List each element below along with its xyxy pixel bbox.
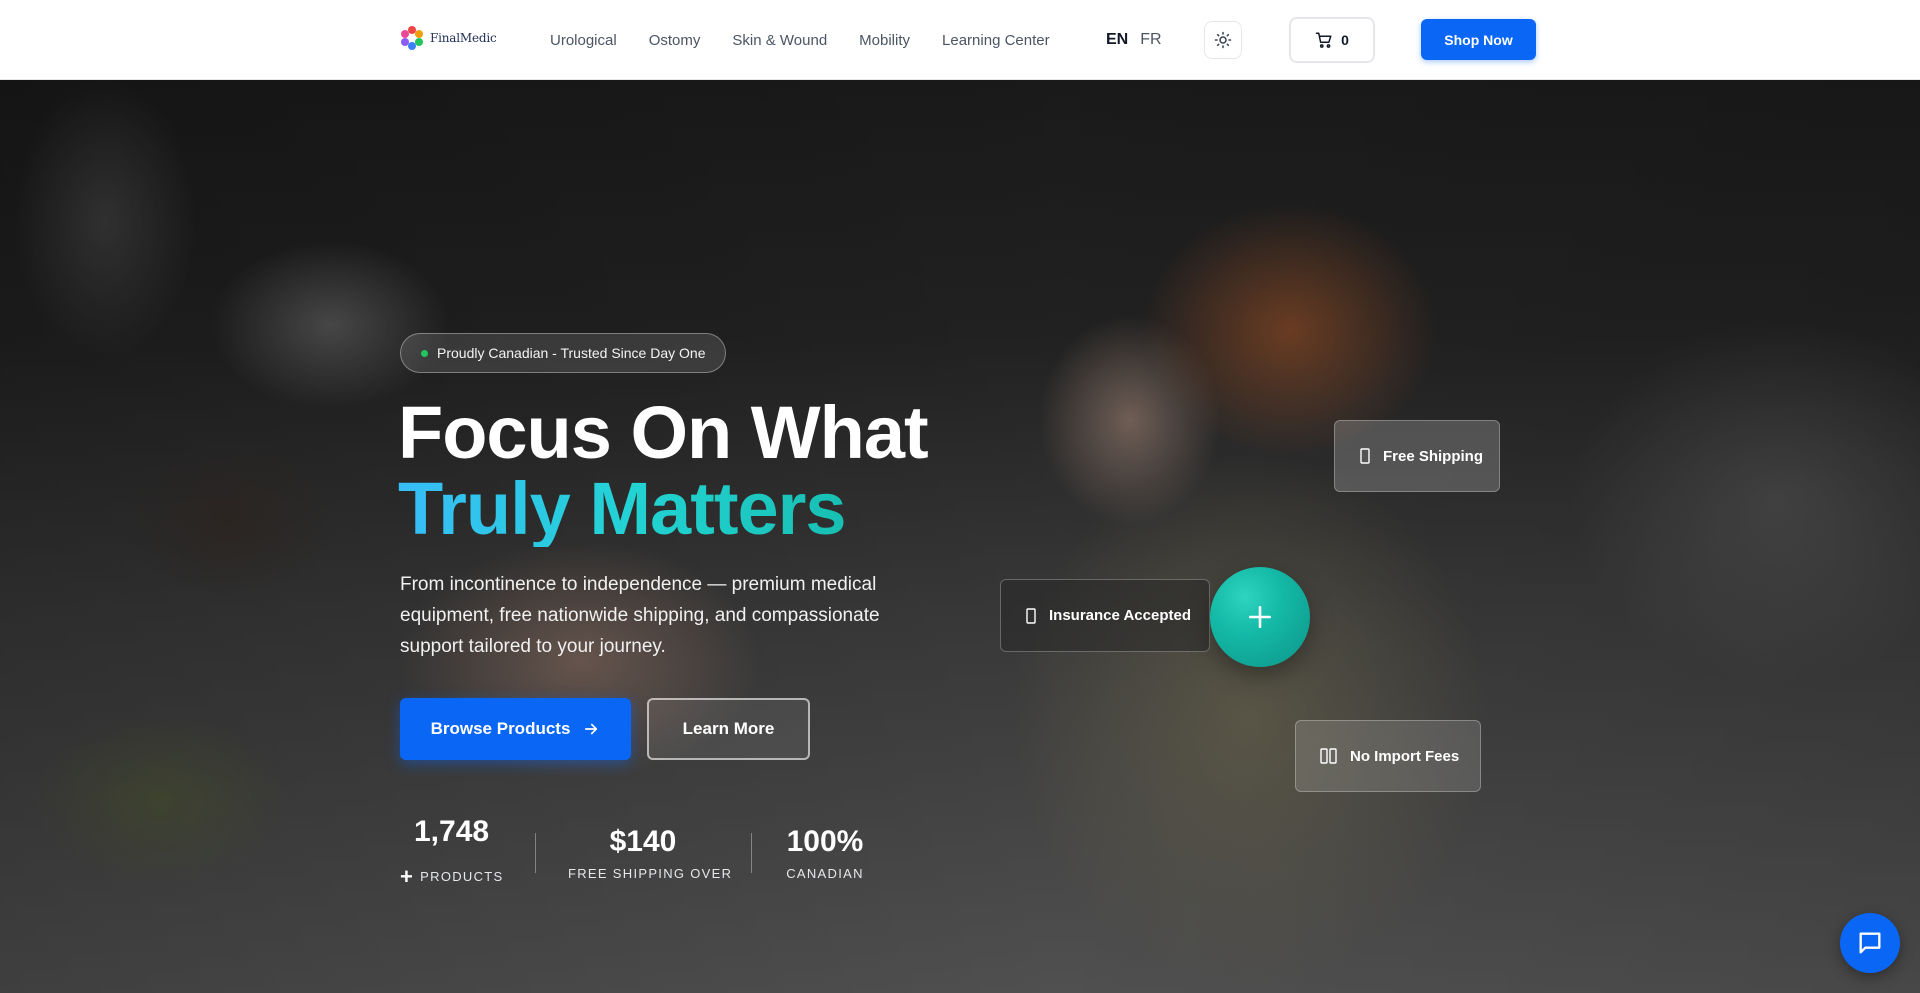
cart-button[interactable]: 0 xyxy=(1289,17,1375,63)
stat-products-label: PRODUCTS xyxy=(420,869,504,884)
free-shipping-text: Free Shipping xyxy=(1383,447,1484,465)
status-dot-icon xyxy=(421,349,428,357)
logo[interactable]: FinalMedic xyxy=(398,24,497,52)
site-header: FinalMedic Urological Ostomy Skin & Woun… xyxy=(0,0,1920,80)
cart-count: 0 xyxy=(1341,32,1349,48)
browse-products-label: Browse Products xyxy=(430,719,571,738)
sun-icon xyxy=(1214,31,1232,49)
stat-products-value: 1,748 xyxy=(414,815,490,848)
cart-icon xyxy=(1315,32,1332,48)
shield-icon xyxy=(1026,607,1036,624)
stat-shipping-value: $140 xyxy=(609,825,677,858)
no-import-fees-text: No Import Fees xyxy=(1350,747,1460,765)
nav-link-mobility[interactable]: Mobility xyxy=(859,32,910,49)
stat-divider xyxy=(535,833,536,873)
stat-products-label-row: + PRODUCTS xyxy=(400,863,510,889)
hero-overlay xyxy=(0,80,1920,993)
stat-canadian-value: 100% xyxy=(786,825,864,858)
stat-canadian-label: CANADIAN xyxy=(786,866,864,881)
stat-shipping: $140 FREE SHIPPING OVER xyxy=(568,825,733,881)
nav-link-urological[interactable]: Urological xyxy=(550,32,617,49)
insurance-card: Insurance Accepted xyxy=(1000,579,1210,652)
stat-canadian: 100% CANADIAN xyxy=(780,825,870,881)
lang-en-button[interactable]: EN xyxy=(1106,31,1128,49)
plus-icon: + xyxy=(400,863,415,889)
chat-button[interactable] xyxy=(1840,913,1900,973)
logo-text: FinalMedic xyxy=(430,31,497,45)
flag-icon xyxy=(1320,748,1337,764)
main-nav: Urological Ostomy Skin & Wound Mobility … xyxy=(550,0,1050,80)
plus-circle-button[interactable] xyxy=(1210,567,1310,667)
lang-fr-button[interactable]: FR xyxy=(1140,31,1161,49)
hero-title: Focus On What Truly Matters xyxy=(398,391,929,547)
browse-products-button[interactable]: Browse Products xyxy=(400,698,631,760)
insurance-text: Insurance Accepted xyxy=(1049,607,1191,624)
hero-background-image xyxy=(0,80,1920,993)
badge-text: Proudly Canadian - Trusted Since Day One xyxy=(437,345,706,361)
no-import-fees-card: No Import Fees xyxy=(1295,720,1481,792)
nav-link-skin-wound[interactable]: Skin & Wound xyxy=(732,32,827,49)
truck-icon xyxy=(1360,448,1370,464)
plus-icon xyxy=(1248,605,1272,629)
nav-link-ostomy[interactable]: Ostomy xyxy=(649,32,701,49)
shop-now-button[interactable]: Shop Now xyxy=(1421,19,1536,60)
logo-mark-icon xyxy=(401,26,423,50)
hero-title-line2: Truly Matters xyxy=(398,471,928,547)
canadian-badge: Proudly Canadian - Trusted Since Day One xyxy=(400,333,727,373)
hero-description: From incontinence to independence — prem… xyxy=(400,574,880,657)
stat-divider xyxy=(751,833,752,873)
language-switcher: EN FR xyxy=(1106,0,1162,80)
nav-link-learning-center[interactable]: Learning Center xyxy=(942,32,1050,49)
hero-title-line1: Focus On What xyxy=(398,391,929,474)
arrow-right-icon xyxy=(585,723,598,735)
free-shipping-card: Free Shipping xyxy=(1334,420,1500,492)
chat-icon xyxy=(1859,932,1881,954)
theme-toggle-button[interactable] xyxy=(1204,21,1242,59)
stat-products: 1,748 + PRODUCTS xyxy=(400,815,510,889)
learn-more-button[interactable]: Learn More xyxy=(647,698,810,760)
stat-shipping-label: FREE SHIPPING OVER xyxy=(568,866,733,881)
